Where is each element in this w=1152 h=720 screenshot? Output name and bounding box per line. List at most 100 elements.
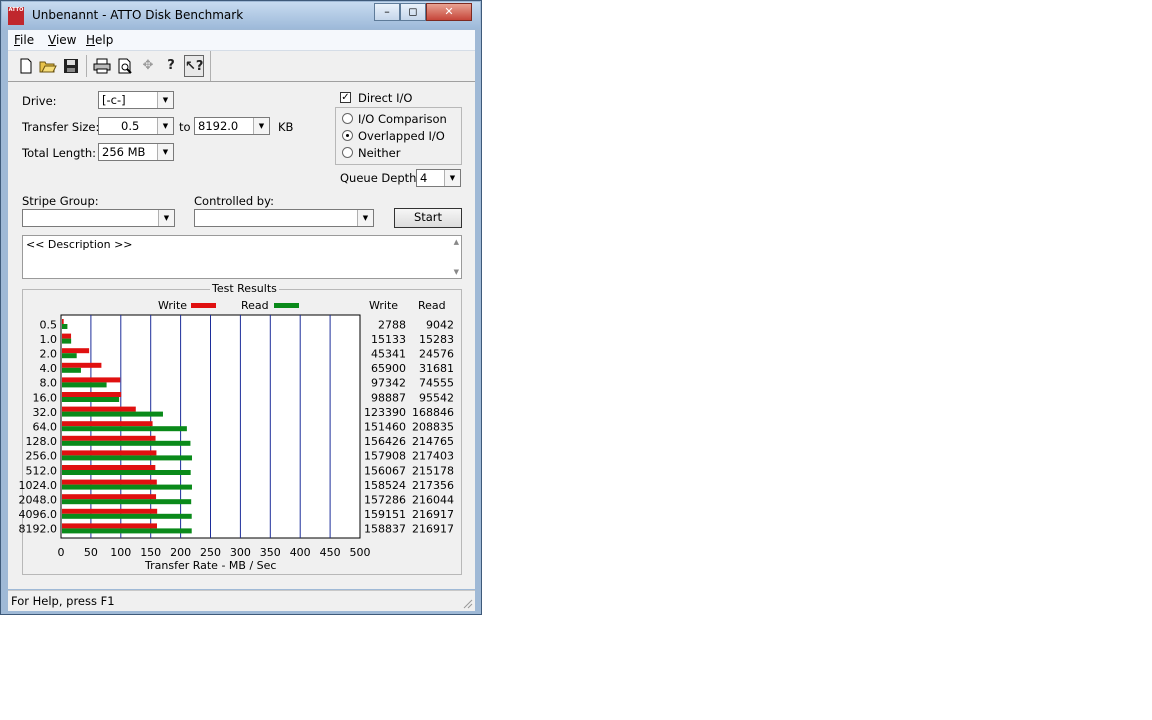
open-button[interactable]	[38, 55, 58, 77]
atto-logo-icon: ATTO	[8, 7, 24, 25]
read-bar	[62, 397, 120, 402]
read-value: 216917	[412, 523, 454, 536]
toolbar-end-separator	[210, 51, 211, 81]
write-bar	[62, 523, 157, 529]
write-value: 2788	[378, 318, 406, 331]
write-value: 158524	[364, 479, 406, 492]
read-bar	[62, 513, 192, 519]
y-tick-label: 8.0	[40, 377, 58, 390]
transfer-rate-chart: 0 50 100 150 200 250 300 350 400 450 500 0.5 2788 904…	[19, 314, 454, 559]
read-value: 208835	[412, 421, 454, 434]
y-tick-label: 0.5	[40, 318, 58, 331]
write-bar	[62, 392, 122, 397]
print-icon	[93, 58, 111, 74]
context-help-button[interactable]: ↖?	[184, 55, 204, 77]
close-icon: ✕	[444, 5, 454, 18]
minimize-icon: –	[384, 5, 390, 18]
read-bar	[62, 484, 192, 490]
read-value: 168846	[412, 406, 454, 419]
write-value: 157286	[364, 494, 406, 507]
help-button[interactable]: ?	[161, 55, 181, 77]
status-text: For Help, press F1	[11, 594, 115, 608]
read-value: 217356	[412, 479, 454, 492]
y-tick-label: 256.0	[26, 450, 58, 463]
write-value: 158837	[364, 523, 406, 536]
read-bar	[62, 426, 187, 432]
write-bar	[62, 450, 157, 456]
x-tick-label: 250	[200, 546, 221, 559]
write-bar	[62, 494, 157, 500]
print-button[interactable]	[92, 55, 112, 77]
write-value: 156067	[364, 464, 406, 477]
x-tick-label: 450	[320, 546, 341, 559]
x-tick-label: 0	[58, 546, 65, 559]
read-bar	[62, 324, 68, 329]
write-bar	[62, 319, 64, 324]
write-value: 159151	[364, 508, 406, 521]
read-bar	[62, 440, 191, 446]
menu-bar: File View Help	[8, 30, 475, 51]
write-value: 156426	[364, 435, 406, 448]
read-value: 214765	[412, 435, 454, 448]
print-preview-button[interactable]	[115, 55, 135, 77]
minimize-button[interactable]: –	[374, 3, 400, 21]
y-tick-label: 4096.0	[19, 508, 58, 521]
write-bar	[62, 406, 136, 412]
help-icon: ?	[167, 58, 175, 73]
y-tick-label: 64.0	[33, 421, 58, 434]
y-tick-label: 1.0	[40, 333, 58, 346]
resize-grip-icon[interactable]	[461, 597, 473, 609]
new-document-button[interactable]	[16, 55, 36, 77]
y-tick-label: 32.0	[33, 406, 58, 419]
write-bar	[62, 421, 153, 427]
write-value: 157908	[364, 450, 406, 463]
menu-file[interactable]: File	[14, 33, 34, 47]
write-bar	[62, 377, 121, 383]
read-value: 15283	[419, 333, 454, 346]
read-bar	[62, 367, 81, 373]
write-value: 123390	[364, 406, 406, 419]
read-value: 216044	[412, 494, 454, 507]
write-value: 65900	[371, 362, 406, 375]
menu-view[interactable]: View	[48, 33, 76, 47]
x-axis-label: Transfer Rate - MB / Sec	[145, 559, 277, 572]
read-value: 9042	[426, 318, 454, 331]
write-bar	[62, 348, 90, 354]
write-bar	[62, 435, 156, 441]
maximize-icon: ◻	[408, 5, 418, 18]
read-bar	[62, 353, 77, 359]
read-value: 216917	[412, 508, 454, 521]
save-icon	[64, 59, 78, 73]
y-tick-label: 16.0	[33, 391, 58, 404]
y-tick-label: 2.0	[40, 348, 58, 361]
write-value: 98887	[371, 391, 406, 404]
write-value: 97342	[371, 377, 406, 390]
close-button[interactable]: ✕	[426, 3, 472, 21]
y-tick-label: 512.0	[26, 464, 58, 477]
read-value: 74555	[419, 377, 454, 390]
title-bar[interactable]: ATTO Unbenannt - ATTO Disk Benchmark – ◻…	[2, 2, 480, 29]
read-bar	[62, 499, 192, 505]
move-icon: ✥	[142, 58, 154, 73]
read-bar	[62, 455, 193, 461]
move-button[interactable]: ✥	[138, 55, 158, 77]
x-tick-label: 350	[260, 546, 281, 559]
window-title: Unbenannt - ATTO Disk Benchmark	[32, 8, 244, 22]
read-value: 31681	[419, 362, 454, 375]
x-tick-label: 500	[350, 546, 371, 559]
menu-help[interactable]: Help	[86, 33, 113, 47]
write-bar	[62, 508, 158, 514]
write-bar	[62, 362, 102, 368]
print-preview-icon	[118, 58, 132, 74]
new-document-icon	[20, 58, 32, 74]
read-value: 215178	[412, 464, 454, 477]
save-button[interactable]	[61, 55, 81, 77]
context-help-icon: ↖?	[185, 59, 204, 74]
y-tick-label: 8192.0	[19, 523, 58, 536]
read-value: 95542	[419, 391, 454, 404]
read-bar	[62, 470, 191, 475]
write-value: 15133	[371, 333, 406, 346]
x-tick-label: 150	[140, 546, 161, 559]
y-tick-label: 128.0	[26, 435, 58, 448]
maximize-button[interactable]: ◻	[400, 3, 426, 21]
